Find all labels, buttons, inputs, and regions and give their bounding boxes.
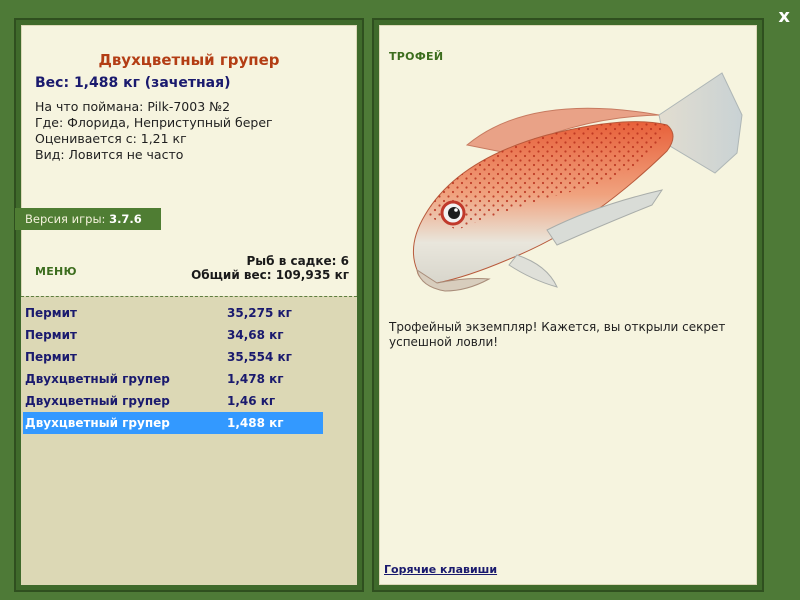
catch-info-panel: Двухцветный групер Вес: 1,488 кг (зачетн… xyxy=(15,25,357,585)
catch-weight: 34,68 кг xyxy=(227,328,284,342)
trophy-message: Трофейный экземпляр! Кажется, вы открыли… xyxy=(389,320,726,349)
catch-row[interactable]: Пермит 34,68 кг xyxy=(23,324,323,346)
version-bar: Версия игры: 3.7.6 xyxy=(15,208,161,230)
fish-title: Двухцветный групер xyxy=(98,51,280,69)
catch-name: Пермит xyxy=(25,328,77,342)
catch-info-frame: Двухцветный групер Вес: 1,488 кг (зачетн… xyxy=(14,18,364,592)
location-info: Где: Флорида, Неприступный берег xyxy=(35,115,273,130)
catch-name: Двухцветный групер xyxy=(25,372,170,386)
close-button[interactable]: x xyxy=(778,6,790,27)
version-number: 3.7.6 xyxy=(109,212,142,226)
catch-name: Пермит xyxy=(25,350,77,364)
catch-weight: 35,275 кг xyxy=(227,306,292,320)
keepnet-total-weight: Общий вес: 109,935 кг xyxy=(191,268,349,282)
fish-weight: Вес: 1,488 кг (зачетная) xyxy=(35,75,231,91)
catch-weight: 1,488 кг xyxy=(227,416,284,430)
catch-weight: 1,478 кг xyxy=(227,372,284,386)
hotkeys-link[interactable]: Горячие клавиши xyxy=(384,563,497,576)
grouper-fish-image xyxy=(412,72,743,292)
catch-row[interactable]: Пермит 35,554 кг xyxy=(23,346,323,368)
catch-weight: 35,554 кг xyxy=(227,350,292,364)
version-label: Версия игры: xyxy=(25,212,106,226)
catch-name: Пермит xyxy=(25,306,77,320)
menu-button[interactable]: МЕНЮ xyxy=(35,265,77,278)
catch-name: Двухцветный групер xyxy=(25,416,170,430)
bait-info: На что поймана: Pilk-7003 №2 xyxy=(35,99,231,114)
rarity-info: Вид: Ловится не часто xyxy=(35,147,184,162)
catch-row[interactable]: Двухцветный групер 1,46 кг xyxy=(23,390,323,412)
catch-name: Двухцветный групер xyxy=(25,394,170,408)
trophy-frame: ТРОФЕЙ Трофейный экземпляр! Кажется, вы … xyxy=(372,18,764,592)
catch-row[interactable]: Двухцветный групер 1,478 кг xyxy=(23,368,323,390)
catch-weight: 1,46 кг xyxy=(227,394,276,408)
catch-row[interactable]: Пермит 35,275 кг xyxy=(23,302,323,324)
catch-list: Пермит 35,275 кг Пермит 34,68 кг Пермит 35,… xyxy=(21,296,357,585)
trophy-panel: ТРОФЕЙ Трофейный экземпляр! Кажется, вы … xyxy=(379,25,757,585)
catch-row-selected[interactable]: Двухцветный групер 1,488 кг xyxy=(23,412,323,434)
keepnet-count: Рыб в садке: 6 xyxy=(246,254,350,268)
value-info: Оценивается с: 1,21 кг xyxy=(35,131,187,146)
